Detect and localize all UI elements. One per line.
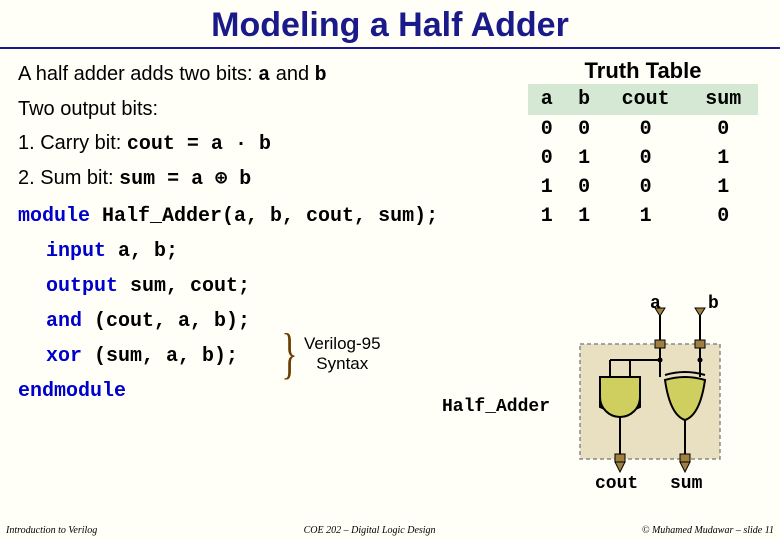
table-row: 0101 [528,144,758,173]
code-l1: Half_Adder(a, b, cout, sum); [90,205,438,228]
step1-prefix: 1. Carry bit: [18,132,127,154]
code-l2: a, b; [106,240,178,263]
var-b: b [315,64,327,87]
kw-xor: xor [46,345,82,368]
step2-prefix: 2. Sum bit: [18,167,119,189]
footer-right: © Muhamed Mudawar – slide 11 [642,525,774,536]
th-cout: cout [603,84,689,115]
curly-brace-icon: } [281,322,297,386]
diag-input-a: a [650,294,661,314]
kw-module: module [18,205,90,228]
kw-output: output [46,275,118,298]
footer: Introduction to Verilog COE 202 – Digita… [0,525,780,536]
table-row: 1001 [528,173,758,202]
diag-module-label: Half_Adder [442,397,550,417]
table-header-row: a b cout sum [528,84,758,115]
step1-code: cout = a · b [127,133,271,156]
truth-table-title: Truth Table [528,58,758,84]
th-b: b [565,84,602,115]
truth-table-block: Truth Table a b cout sum 0000 0101 1001 … [528,58,758,231]
diag-input-b: b [708,294,719,314]
desc-prefix: A half adder adds two bits: [18,63,258,85]
diag-sum: sum [670,474,702,494]
th-a: a [528,84,565,115]
syntax-note-l2: Syntax [316,354,368,373]
var-a: a [258,64,270,87]
diag-cout: cout [595,474,638,494]
syntax-note: Verilog-95 Syntax [304,334,381,373]
code-l5: (sum, a, b); [82,345,238,368]
kw-endmodule: endmodule [18,380,126,403]
circuit-svg [550,302,750,492]
footer-left: Introduction to Verilog [6,525,97,536]
title-underline [0,47,780,49]
table-row: 1110 [528,202,758,231]
table-row: 0000 [528,115,758,144]
step2-code: sum = a ⊕ b [119,168,251,191]
slide-title: Modeling a Half Adder [0,0,780,45]
footer-center: COE 202 – Digital Logic Design [304,525,436,536]
kw-and: and [46,310,82,333]
code-l4: (cout, a, b); [82,310,250,333]
th-sum: sum [688,84,758,115]
code-l3: sum, cout; [118,275,250,298]
syntax-note-l1: Verilog-95 [304,334,381,353]
kw-input: input [46,240,106,263]
truth-table: a b cout sum 0000 0101 1001 1110 [528,84,758,231]
desc-and: and [270,63,314,85]
circuit-diagram: a b Half_Adder cout sum [550,302,750,492]
